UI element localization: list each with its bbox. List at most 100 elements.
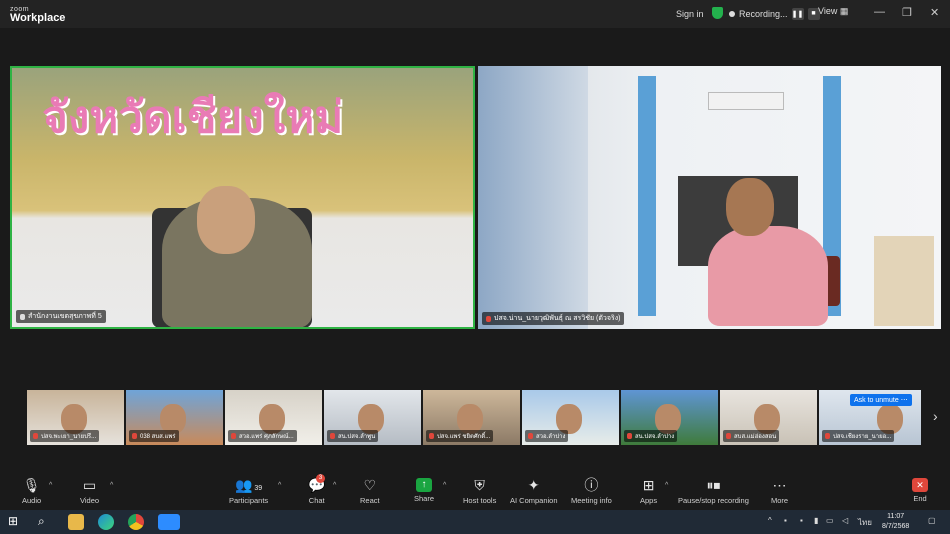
thumbnail-name: สน.ปสจ.ลำพูน [327, 430, 379, 442]
pause-stop-recording-button[interactable]: ⏸⏹ Pause/stop recording [678, 476, 749, 505]
muted-mic-icon [627, 433, 632, 439]
muted-mic-icon [726, 433, 731, 439]
thumbnail-tile[interactable]: 038 สบส.แพร่ [126, 390, 223, 445]
thumbnail-name: สวอ.แพร่ ศุภลักษณ์... [228, 430, 297, 442]
muted-mic-icon [486, 315, 491, 322]
participants-caret-icon[interactable]: ^ [278, 482, 281, 489]
zoom-logo: zoom Workplace [10, 5, 66, 24]
video-tile-participant[interactable]: ปสจ.น่าน_นายวุฒิพันธุ์ ณ สรวิชัย (ตัวจริ… [478, 66, 941, 329]
chat-icon: 💬 3 [308, 474, 326, 493]
thumbnail-tile[interactable]: สบส.แม่ฮ่องสอน [720, 390, 817, 445]
view-label: View [818, 6, 838, 16]
thumbnail-name: สน.ปสจ.ลำปาง [624, 430, 678, 442]
search-icon[interactable]: ⌕ [38, 514, 54, 530]
apps-button[interactable]: ⊞ Apps [640, 476, 657, 505]
zoom-taskbar-icon[interactable] [158, 514, 180, 530]
window [478, 66, 588, 329]
thumbnail-name: สบส.แม่ฮ่องสอน [723, 430, 780, 442]
participant-body [708, 226, 828, 326]
shelf [874, 236, 934, 326]
thumbnail-tile[interactable]: สน.ปสจ.ลำปาง [621, 390, 718, 445]
muted-mic-icon [33, 433, 38, 439]
end-button[interactable]: ✕ End [912, 476, 928, 503]
chat-button[interactable]: 💬 3 Chat [308, 474, 326, 505]
host-tools-button[interactable]: ⛨ Host tools [463, 476, 496, 505]
thumbnail-tile[interactable]: สวอ.แพร่ ศุภลักษณ์... [225, 390, 322, 445]
sparkle-icon: ✦ [527, 477, 540, 493]
tray-app-icon[interactable]: ▪ [800, 516, 803, 525]
more-options-icon[interactable]: ⋯ [901, 397, 908, 404]
more-button[interactable]: ⋯ More [771, 476, 788, 505]
apps-caret-icon[interactable]: ^ [665, 482, 668, 489]
audio-button[interactable]: 🎙 Audio [22, 476, 41, 505]
meeting-info-button[interactable]: ⓘ Meeting info [571, 476, 612, 505]
microphone-icon: 🎙 [22, 477, 41, 493]
share-caret-icon[interactable]: ^ [443, 482, 446, 489]
heart-icon: ♡ [363, 477, 377, 493]
recording-indicator[interactable]: Recording... ❚❚ ■ [729, 5, 820, 22]
thumbnail-name: ปสจ.เชียงราย_นายอ... [822, 430, 895, 442]
tray-app-icon[interactable]: ▪ [784, 516, 787, 525]
thumbnail-tile[interactable]: ปสจ.พะเยา_นายปรี... [27, 390, 124, 445]
clock-date: 8/7/2568 [882, 523, 910, 530]
pin-icon [20, 313, 25, 320]
apps-icon: ⊞ [642, 477, 655, 493]
muted-mic-icon [231, 433, 236, 439]
maximize-icon[interactable]: ❐ [902, 6, 912, 19]
muted-mic-icon [132, 433, 137, 439]
chrome-icon[interactable] [128, 514, 144, 530]
encryption-shield-icon[interactable] [712, 7, 723, 19]
video-button[interactable]: ▭ Video [80, 476, 99, 505]
close-icon[interactable]: ✕ [930, 6, 939, 19]
banner-text: จังหวัดเชียงใหม่ [42, 92, 344, 143]
info-icon: ⓘ [584, 477, 599, 493]
pause-recording-icon[interactable]: ❚❚ [791, 7, 804, 20]
meeting-toolbar: 🎙 Audio ^ ▭ Video ^ 👥 39 Participants ^ 💬… [0, 474, 950, 510]
pillar [638, 76, 656, 316]
taskbar-clock[interactable]: 11:07 8/7/2568 [882, 512, 909, 532]
tray-volume-icon[interactable]: ◁ [842, 516, 848, 525]
view-button[interactable]: View ▦ [818, 6, 848, 17]
participant-name-tag: สำนักงานเขตสุขภาพที่ 5 [16, 310, 106, 323]
thumbnail-tile[interactable]: สน.ปสจ.ลำพูน [324, 390, 421, 445]
participant-name: ปสจ.น่าน_นายวุฒิพันธุ์ ณ สรวิชัย (ตัวจริ… [494, 315, 621, 322]
thumbnail-strip: ปสจ.พะเยา_นายปรี... 038 สบส.แพร่ สวอ.แพร… [27, 390, 921, 445]
video-tile-active-speaker[interactable]: จังหวัดเชียงใหม่ สำนักงานเขตสุขภาพที่ 5 [10, 66, 475, 329]
muted-mic-icon [330, 433, 335, 439]
participants-button[interactable]: 👥 39 Participants [229, 476, 268, 505]
share-button[interactable]: ↑ Share [414, 476, 434, 503]
windows-taskbar: ⊞ ⌕ ^ ▪ ▪ ▮ ▭ ◁ ไทย 11:07 8/7/2568 ▢ [0, 510, 950, 534]
thumbnail-tile[interactable]: ปสจ.แพร่ ชยิตศักดิ์... [423, 390, 520, 445]
input-language[interactable]: ไทย [858, 516, 872, 529]
minimize-icon[interactable]: — [874, 6, 885, 18]
windows-start-icon[interactable]: ⊞ [8, 514, 24, 530]
react-button[interactable]: ♡ React [360, 476, 380, 505]
ask-to-unmute-button[interactable]: Ask to unmute ⋯ [850, 394, 912, 406]
muted-mic-icon [528, 433, 533, 439]
participants-count: 39 [254, 485, 263, 492]
thumbnail-tile[interactable]: สวอ.ลำปาง [522, 390, 619, 445]
thumbnail-name: ปสจ.พะเยา_นายปรี... [30, 430, 100, 442]
pause-stop-icon: ⏸⏹ [706, 477, 721, 493]
tray-chevron-icon[interactable]: ^ [768, 516, 772, 525]
ai-companion-button[interactable]: ✦ AI Companion [510, 476, 558, 505]
chevron-right-icon[interactable]: › [933, 408, 938, 424]
tray-mic-icon[interactable]: ▮ [814, 516, 818, 525]
logo-large: Workplace [10, 12, 66, 24]
thumbnail-name: สวอ.ลำปาง [525, 430, 569, 442]
edge-icon[interactable] [98, 514, 114, 530]
sign-in-button[interactable]: Sign in [676, 6, 704, 22]
file-explorer-icon[interactable] [68, 514, 84, 530]
participant-name-tag: ปสจ.น่าน_นายวุฒิพันธุ์ ณ สรวิชัย (ตัวจริ… [482, 312, 625, 325]
tray-network-icon[interactable]: ▭ [826, 516, 834, 525]
participant-head [726, 178, 774, 236]
chat-caret-icon[interactable]: ^ [333, 482, 336, 489]
audio-options-caret-icon[interactable]: ^ [49, 482, 52, 489]
notification-icon[interactable]: ▢ [928, 516, 936, 525]
thumbnail-name: ปสจ.แพร่ ชยิตศักดิ์... [426, 430, 494, 442]
end-call-icon: ✕ [912, 478, 928, 492]
video-options-caret-icon[interactable]: ^ [110, 482, 113, 489]
participant-name: สำนักงานเขตสุขภาพที่ 5 [28, 313, 102, 320]
air-conditioner [708, 92, 784, 110]
shield-icon: ⛨ [474, 477, 485, 493]
